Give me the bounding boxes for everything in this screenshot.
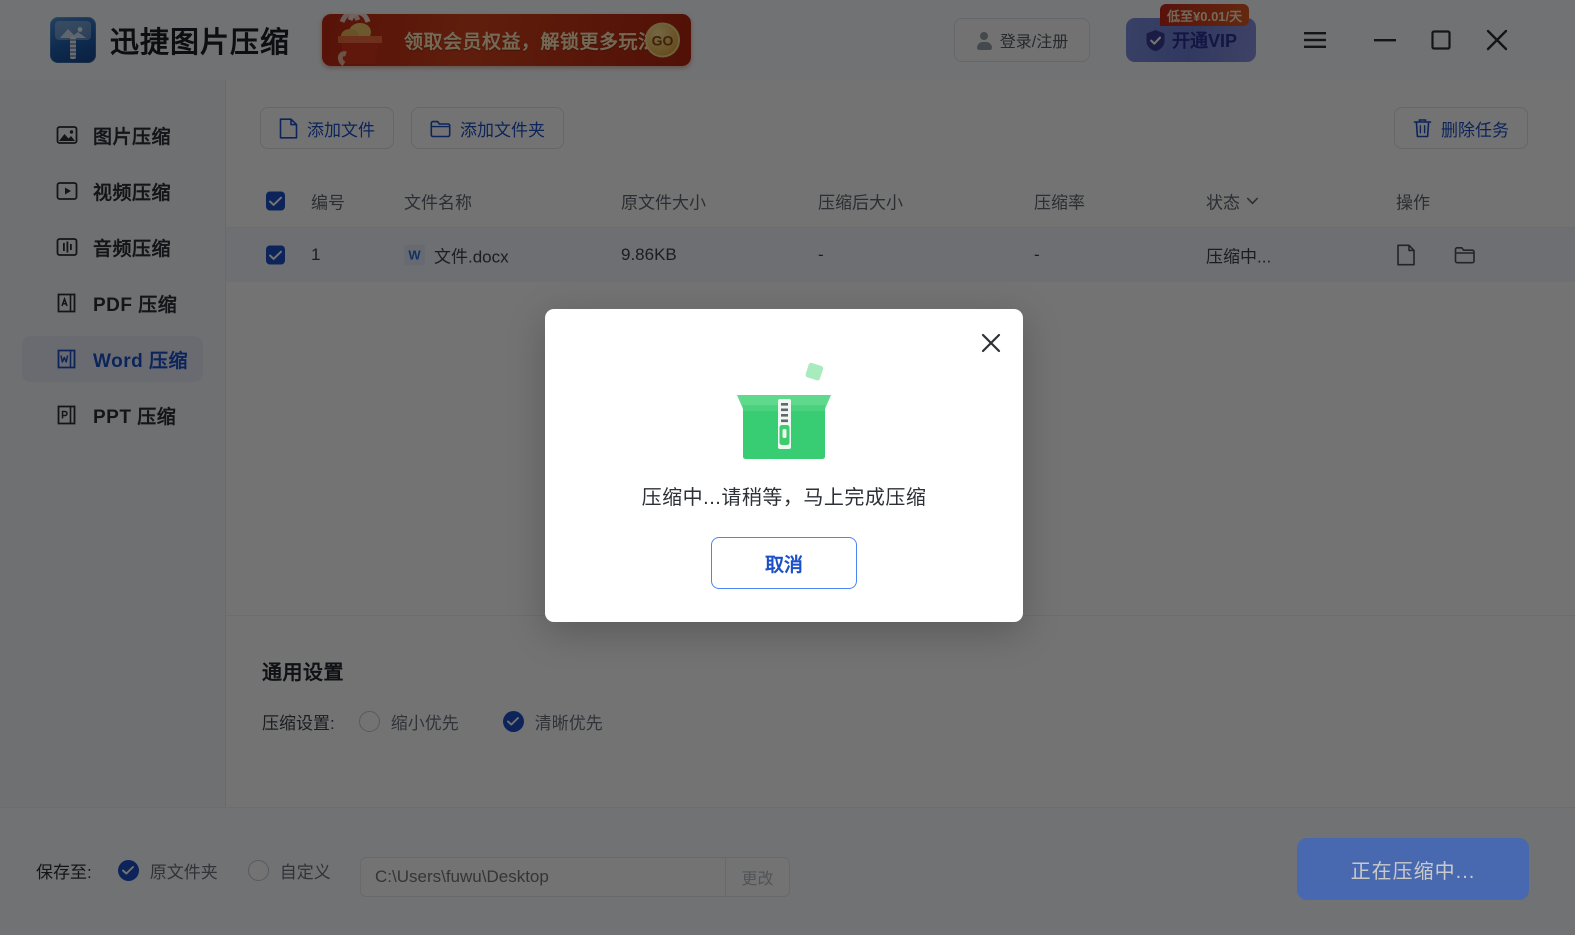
modal-cancel-button[interactable]: 取消 — [711, 537, 857, 589]
compressing-cta-button[interactable]: 正在压缩中... — [1297, 838, 1529, 900]
green-zip-box-icon — [737, 362, 831, 459]
app-window: 迅捷图片压缩 领取会员权益，解锁更多玩法 GO 登录/注册 — [0, 0, 1575, 935]
compressing-modal: 压缩中...请稍等，马上完成压缩 取消 — [545, 309, 1023, 622]
modal-message: 压缩中...请稍等，马上完成压缩 — [641, 487, 927, 509]
modal-close-icon[interactable] — [977, 329, 1005, 357]
